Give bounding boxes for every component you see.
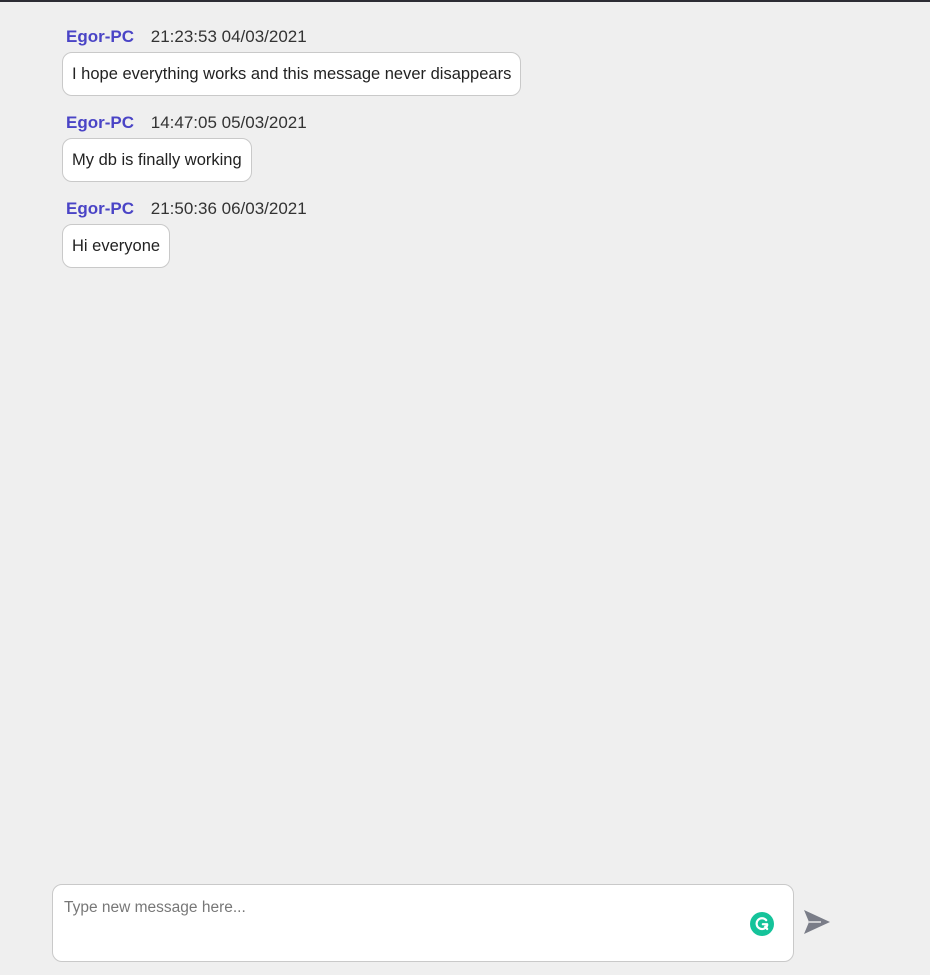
message-timestamp: 21:50:36 06/03/2021 — [150, 199, 307, 218]
message-composer — [52, 884, 794, 962]
message-header: Egor-PC 14:47:05 05/03/2021 — [62, 108, 862, 138]
message-item: Egor-PC 21:50:36 06/03/2021 Hi everyone — [62, 194, 862, 268]
window-top-border — [0, 0, 930, 2]
message-list: Egor-PC 21:23:53 04/03/2021 I hope every… — [62, 22, 862, 280]
message-author: Egor-PC — [66, 113, 134, 132]
message-header: Egor-PC 21:50:36 06/03/2021 — [62, 194, 862, 224]
send-icon — [804, 910, 830, 934]
grammarly-icon[interactable] — [750, 912, 774, 936]
message-timestamp: 21:23:53 04/03/2021 — [150, 27, 307, 46]
message-header: Egor-PC 21:23:53 04/03/2021 — [62, 22, 862, 52]
message-author: Egor-PC — [66, 27, 134, 46]
message-item: Egor-PC 21:23:53 04/03/2021 I hope every… — [62, 22, 862, 96]
message-author: Egor-PC — [66, 199, 134, 218]
message-input[interactable] — [53, 885, 733, 961]
message-timestamp: 14:47:05 05/03/2021 — [150, 113, 307, 132]
message-bubble: My db is finally working — [62, 138, 252, 182]
message-bubble: I hope everything works and this message… — [62, 52, 522, 96]
message-bubble: Hi everyone — [62, 224, 171, 268]
send-button[interactable] — [801, 906, 833, 938]
message-item: Egor-PC 14:47:05 05/03/2021 My db is fin… — [62, 108, 862, 182]
